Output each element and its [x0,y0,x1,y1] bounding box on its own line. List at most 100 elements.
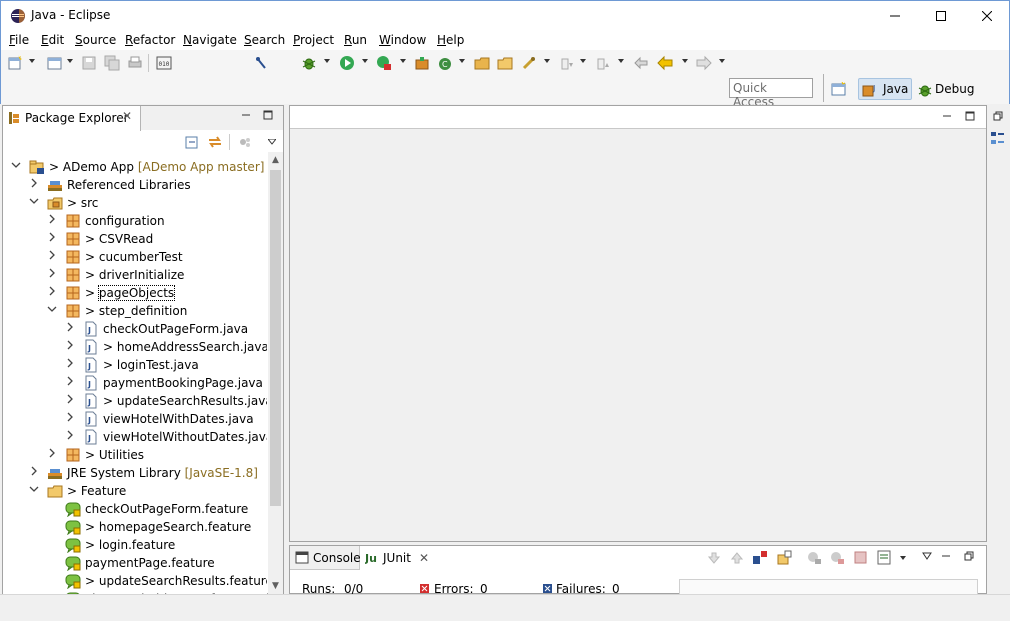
tree-item[interactable]: JRE System Library [JavaSE-1.8] [3,464,267,482]
menu-refactor[interactable]: Refactor [125,33,175,47]
chevron-down-icon[interactable] [11,160,21,172]
tree-item[interactable]: > login.feature [3,536,267,554]
focus-icon[interactable] [238,135,252,149]
menu-search[interactable]: Search [244,33,285,47]
search-icon[interactable] [521,55,537,71]
menu-project[interactable]: Project [293,33,334,47]
test-history-icon[interactable] [877,550,892,565]
back-icon[interactable] [657,55,673,71]
close-icon[interactable]: ✕ [122,109,132,123]
stop-icon[interactable] [854,551,867,564]
chevron-right-icon[interactable] [29,466,39,478]
tree-item[interactable]: > CSVRead [3,230,267,248]
new-dropdown-icon[interactable] [29,59,35,63]
chevron-right-icon[interactable] [65,412,75,424]
tree-item[interactable]: > src [3,194,267,212]
chevron-right-icon[interactable] [65,340,75,352]
link-with-editor-icon[interactable] [207,134,223,150]
java-perspective-button[interactable]: J Java [858,78,912,100]
new-class-icon[interactable]: C [437,55,453,71]
menu-run[interactable]: Run [344,33,367,47]
chevron-right-icon[interactable] [65,376,75,388]
tree-item[interactable]: paymentPage.feature [3,554,267,572]
chevron-right-icon[interactable] [47,214,57,226]
maximize-button[interactable] [918,1,964,31]
search-dropdown-icon[interactable] [544,59,550,63]
run-icon[interactable] [339,55,355,71]
tree-item[interactable]: > homepageSearch.feature [3,518,267,536]
next-annotation-icon[interactable] [559,55,575,71]
menu-window[interactable]: Window [379,33,426,47]
save-all-icon[interactable] [104,55,120,71]
close-button[interactable] [964,1,1010,31]
minimize-button[interactable] [872,1,918,31]
next-failure-icon[interactable] [708,552,720,564]
tree-item[interactable]: > updateSearchResults.feature [3,572,267,590]
last-edit-icon[interactable] [633,55,649,71]
tree-item[interactable]: > step_definition [3,302,267,320]
tree-item[interactable]: checkOutPageForm.feature [3,500,267,518]
previous-failure-icon[interactable] [731,552,743,564]
debug-icon[interactable] [301,55,317,71]
minimize-editor-icon[interactable] [942,111,952,121]
chevron-down-icon[interactable] [29,196,39,208]
print-icon[interactable] [127,55,143,71]
run-dropdown-icon[interactable] [362,59,368,63]
tree-item[interactable]: configuration [3,212,267,230]
chevron-right-icon[interactable] [65,322,75,334]
debug-dropdown-icon[interactable] [324,59,330,63]
editor-empty-area[interactable] [290,128,986,541]
chevron-down-icon[interactable] [47,304,57,316]
menu-source[interactable]: Source [75,33,116,47]
pin-icon[interactable] [253,55,269,71]
rerun-failed-first-icon[interactable] [829,550,845,565]
new-window-icon[interactable] [47,55,63,71]
chevron-right-icon[interactable] [47,448,57,460]
tree-item[interactable]: JviewHotelWithoutDates.java [3,428,267,446]
chevron-right-icon[interactable] [29,178,39,190]
outline-icon[interactable] [990,131,1006,147]
menu-file[interactable]: File [9,33,29,47]
view-menu-icon[interactable] [268,139,276,145]
debug-perspective-button[interactable]: Debug [915,78,975,100]
scroll-lock-icon[interactable] [776,550,792,565]
scroll-up-icon[interactable]: ▲ [268,152,283,168]
chevron-right-icon[interactable] [65,358,75,370]
coverage-dropdown-icon[interactable] [400,59,406,63]
tree-scrollbar[interactable]: ▲ ▼ [268,152,283,594]
minimize-view-icon[interactable] [241,110,251,120]
menu-navigate[interactable]: Navigate [183,33,237,47]
tree-item[interactable]: J > updateSearchResults.java [3,392,267,410]
collapse-all-icon[interactable] [185,135,199,149]
tab-junit[interactable]: Ju JUnit ✕ [361,546,437,570]
quick-access-input[interactable]: Quick Access [729,78,813,109]
binary-icon[interactable]: 010 [156,55,172,71]
chevron-right-icon[interactable] [65,394,75,406]
chevron-right-icon[interactable] [47,286,57,298]
chevron-right-icon[interactable] [65,430,75,442]
minimize-panel-icon[interactable] [941,551,951,561]
close-icon[interactable]: ✕ [419,551,429,565]
tab-console[interactable]: Console [290,546,361,570]
open-type-icon[interactable] [474,55,490,71]
tree-item[interactable]: > Utilities [3,446,267,464]
tree-item[interactable]: > Feature [3,482,267,500]
new-window-dropdown-icon[interactable] [67,59,73,63]
chevron-down-icon[interactable] [29,484,39,496]
new-class-dropdown-icon[interactable] [459,59,465,63]
tree-item[interactable]: JviewHotelWithDates.java [3,410,267,428]
previous-annotation-icon[interactable] [595,55,611,71]
maximize-editor-icon[interactable] [965,111,975,121]
maximize-view-icon[interactable] [263,110,273,120]
menu-help[interactable]: Help [437,33,464,47]
chevron-right-icon[interactable] [47,232,57,244]
scroll-down-icon[interactable]: ▼ [268,578,283,594]
next-annotation-dropdown-icon[interactable] [580,59,586,63]
menu-edit[interactable]: Edit [41,33,64,47]
open-resource-icon[interactable] [497,55,513,71]
forward-icon[interactable] [696,55,712,71]
tree-item[interactable]: Referenced Libraries [3,176,267,194]
tree-item[interactable]: JpaymentBookingPage.java [3,374,267,392]
view-menu-icon[interactable] [922,552,932,560]
tree-item[interactable]: > driverInitialize [3,266,267,284]
